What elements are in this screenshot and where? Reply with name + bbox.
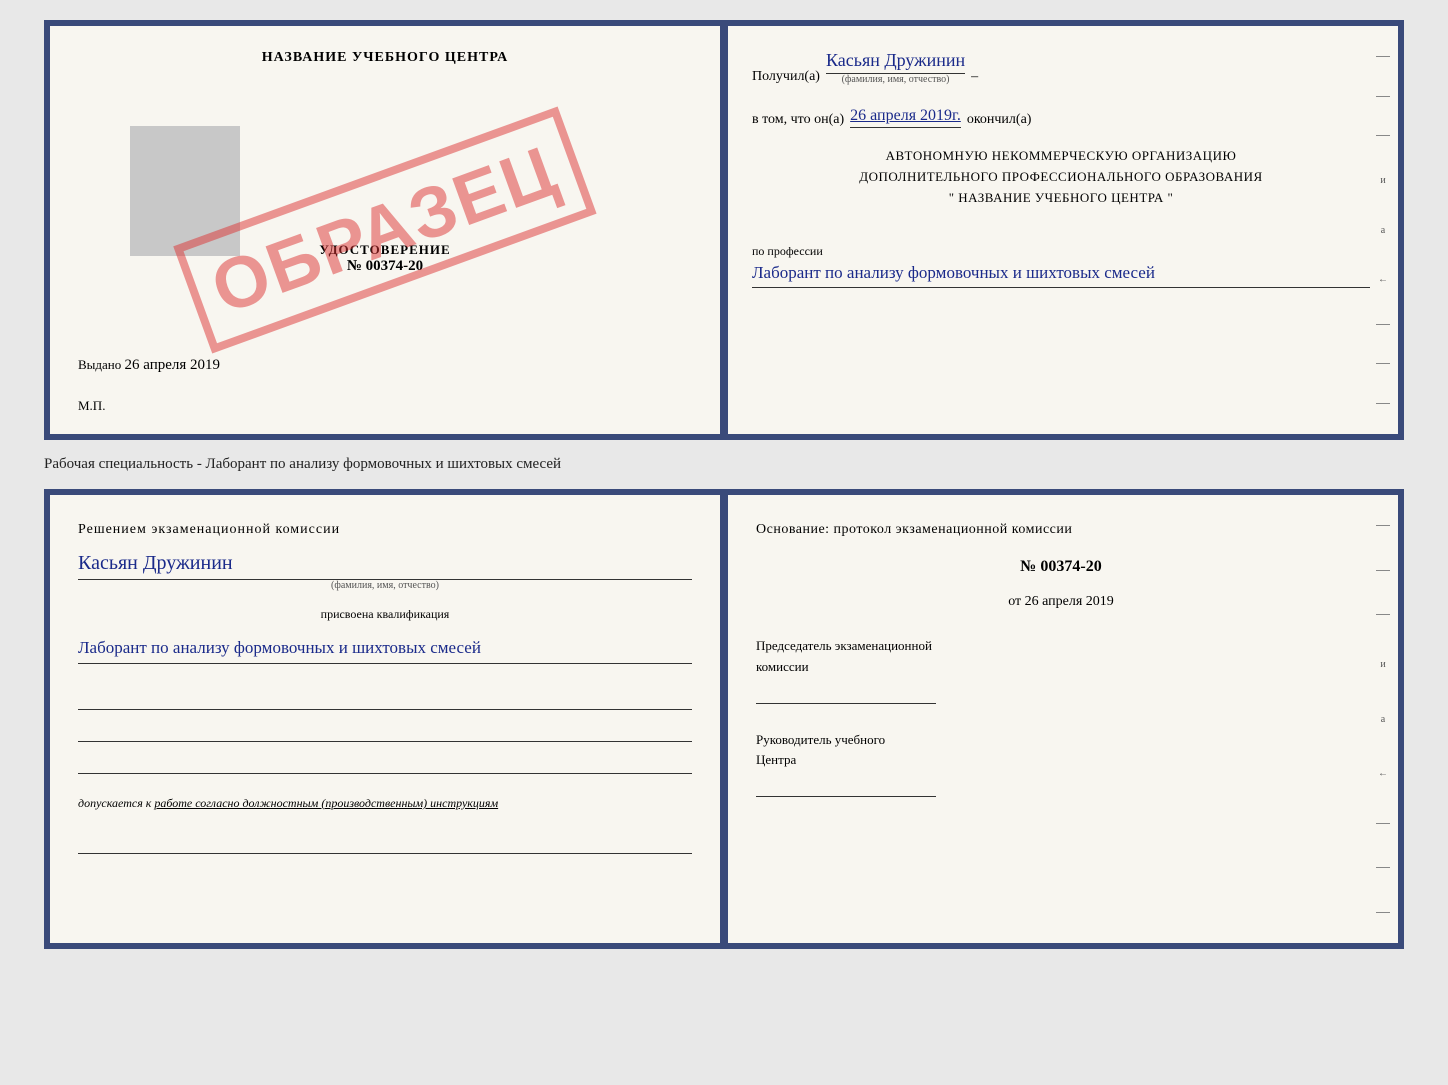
qual-right-side-decoration: и а ←	[1376, 525, 1390, 913]
qual-side-dash-1	[1376, 525, 1390, 526]
qual-proto-number: № 00374-20	[756, 558, 1366, 576]
cert-school-title: НАЗВАНИЕ УЧЕБНОГО ЦЕНТРА	[262, 50, 508, 66]
qual-допускается-block: допускается к работе согласно должностны…	[78, 794, 692, 812]
cert-issued-line: Выдано 26 апреля 2019	[78, 357, 220, 374]
cert-profession-block: по профессии Лаборант по анализу формово…	[752, 236, 1370, 287]
qual-допускается-text: работе согласно должностным (производств…	[154, 796, 498, 810]
specialty-line: Рабочая специальность - Лаборант по анал…	[44, 452, 561, 477]
qual-director-line1: Руководитель учебного	[756, 730, 1366, 751]
qual-side-label-i: и	[1376, 659, 1390, 670]
qualification-book: Решением экзаменационной комиссии Касьян…	[44, 489, 1404, 949]
qual-date-value: 26 апреля 2019	[1025, 594, 1114, 609]
qual-sign-line-2	[78, 720, 692, 742]
side-label-arrow: ←	[1376, 274, 1390, 285]
cert-profession-label: по профессии	[752, 244, 1370, 259]
side-dash-3	[1376, 135, 1390, 136]
cert-org-line2: ДОПОЛНИТЕЛЬНОГО ПРОФЕССИОНАЛЬНОГО ОБРАЗО…	[752, 167, 1370, 188]
cert-received-prefix: Получил(а)	[752, 69, 820, 85]
qual-qualification-label: присвоена квалификация	[78, 607, 692, 622]
cert-org-line3: " НАЗВАНИЕ УЧЕБНОГО ЦЕНТРА "	[752, 188, 1370, 209]
qual-name-handwritten: Касьян Дружинин	[78, 552, 692, 580]
qual-chairman-block: Председатель экзаменационной комиссии	[756, 636, 1366, 704]
cert-right-page: Получил(а) Касьян Дружинин (фамилия, имя…	[724, 26, 1398, 434]
cert-org-line1: АВТОНОМНУЮ НЕКОММЕРЧЕСКУЮ ОРГАНИЗАЦИЮ	[752, 146, 1370, 167]
certificate-book: НАЗВАНИЕ УЧЕБНОГО ЦЕНТРА УДОСТОВЕРЕНИЕ №…	[44, 20, 1404, 440]
side-dash-2	[1376, 96, 1390, 97]
cert-org-block: АВТОНОМНУЮ НЕКОММЕРЧЕСКУЮ ОРГАНИЗАЦИЮ ДО…	[752, 146, 1370, 208]
qual-side-label-a: а	[1376, 714, 1390, 725]
cert-issued-date: 26 апреля 2019	[125, 357, 221, 373]
qual-decision-text: Решением экзаменационной комиссии	[78, 519, 692, 540]
qual-director-block: Руководитель учебного Центра	[756, 730, 1366, 798]
side-dash-5	[1376, 363, 1390, 364]
qual-chairman-line1: Председатель экзаменационной	[756, 636, 1366, 657]
qual-chairman-line2: комиссии	[756, 657, 1366, 678]
cert-left-page: НАЗВАНИЕ УЧЕБНОГО ЦЕНТРА УДОСТОВЕРЕНИЕ №…	[50, 26, 724, 434]
qual-sign-line-3	[78, 752, 692, 774]
cert-issued-label: Выдано	[78, 357, 121, 372]
qual-right-page: Основание: протокол экзаменационной коми…	[724, 495, 1398, 943]
qual-director-sign-line	[756, 775, 936, 797]
cert-name-sublabel: (фамилия, имя, отчество)	[842, 74, 950, 85]
qual-date-block: от 26 апреля 2019	[756, 594, 1366, 610]
qual-left-page: Решением экзаменационной комиссии Касьян…	[50, 495, 724, 943]
qual-chairman-sign-line	[756, 682, 936, 704]
qual-qualification-value: Лаборант по анализу формовочных и шихтов…	[78, 634, 692, 664]
qual-osnov-text: Основание: протокол экзаменационной коми…	[756, 519, 1366, 540]
cert-date-prefix: в том, что он(а)	[752, 112, 844, 128]
cert-received-line: Получил(а) Касьян Дружинин (фамилия, имя…	[752, 50, 1370, 85]
qual-signature-lines	[78, 688, 692, 774]
qual-sign-line-1	[78, 688, 692, 710]
side-label-i: и	[1376, 175, 1390, 186]
qual-side-dash-5	[1376, 867, 1390, 868]
side-dash-6	[1376, 403, 1390, 404]
qual-side-dash-2	[1376, 570, 1390, 571]
cert-date-line: в том, что он(а) 26 апреля 2019г. окончи…	[752, 107, 1370, 128]
qual-side-label-arrow: ←	[1376, 768, 1390, 779]
qual-name-block: Касьян Дружинин (фамилия, имя, отчество)	[78, 552, 692, 591]
document-container: НАЗВАНИЕ УЧЕБНОГО ЦЕНТРА УДОСТОВЕРЕНИЕ №…	[44, 20, 1404, 949]
qual-допускается-prefix: допускается к	[78, 796, 151, 810]
cert-mp: М.П.	[78, 398, 105, 414]
qual-side-dash-6	[1376, 912, 1390, 913]
qual-side-dash-3	[1376, 614, 1390, 615]
qual-side-dash-4	[1376, 823, 1390, 824]
qual-bottom-line	[78, 832, 692, 854]
side-dash-4	[1376, 324, 1390, 325]
qual-date-prefix: от	[1008, 594, 1021, 609]
cert-profession-value: Лаборант по анализу формовочных и шихтов…	[752, 259, 1370, 287]
right-side-decoration: и а ←	[1376, 56, 1390, 404]
cert-received-name: Касьян Дружинин	[826, 50, 965, 74]
qual-name-sublabel: (фамилия, имя, отчество)	[78, 580, 692, 591]
cert-date-value: 26 апреля 2019г.	[850, 107, 961, 128]
qual-director-line2: Центра	[756, 750, 1366, 771]
cert-date-suffix: окончил(а)	[967, 112, 1032, 128]
side-dash-1	[1376, 56, 1390, 57]
side-label-a: а	[1376, 225, 1390, 236]
cert-received-dash: –	[971, 69, 978, 85]
